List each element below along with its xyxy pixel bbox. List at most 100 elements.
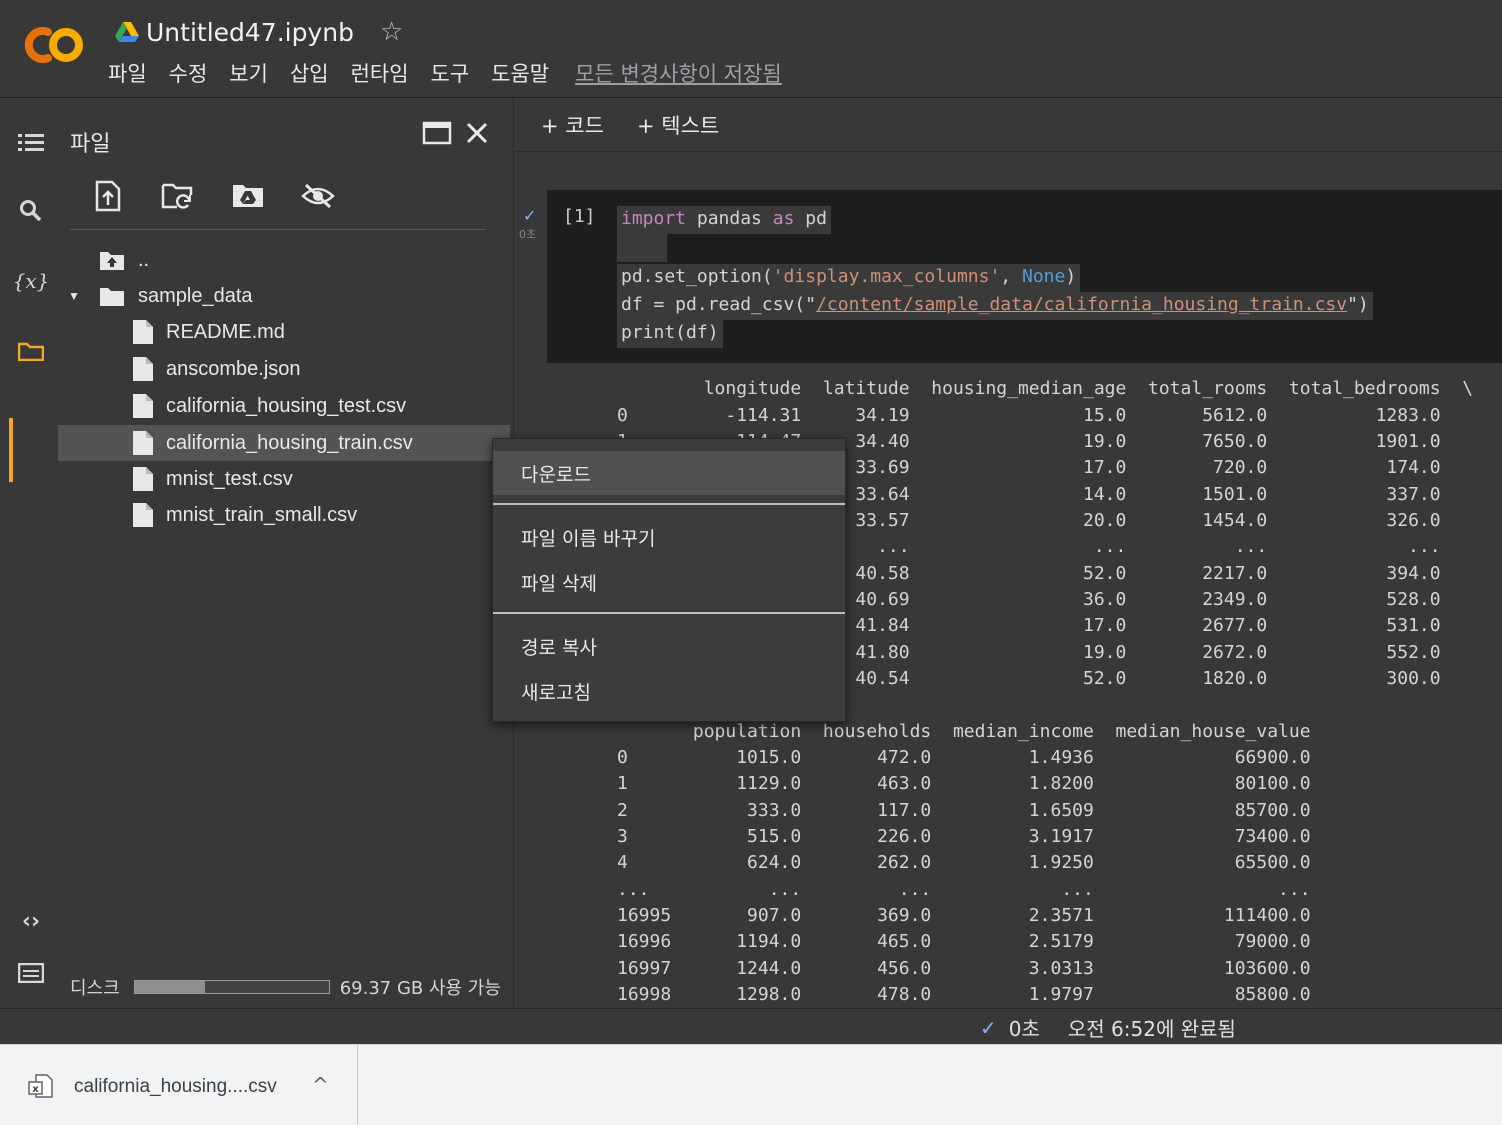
folder-label: sample_data xyxy=(138,284,253,307)
file-row[interactable]: mnist_test.csv xyxy=(132,461,293,497)
file-row-selected[interactable]: california_housing_train.csv xyxy=(132,425,413,461)
disk-available: 69.37 GB 사용 가능 xyxy=(339,978,501,999)
code-token: pd xyxy=(794,208,827,229)
menu-item-copy-path[interactable]: 경로 복사 xyxy=(493,624,845,668)
code-line-2[interactable] xyxy=(617,234,667,262)
mount-drive-icon[interactable] xyxy=(230,178,266,214)
add-text-button[interactable]: + 텍스트 xyxy=(637,110,719,140)
output-row: ... ... ... ... ... xyxy=(617,879,1311,900)
output-row: 16995 907.0 369.0 2.3571 111400.0 xyxy=(617,905,1311,926)
check-icon: ✓ xyxy=(980,1015,997,1040)
folder-up-icon xyxy=(100,252,124,270)
menu-item-delete[interactable]: 파일 삭제 xyxy=(493,560,845,604)
code-token: import xyxy=(621,208,687,229)
file-icon xyxy=(133,357,153,381)
menu-item-refresh[interactable]: 새로고침 xyxy=(493,669,845,713)
file-path-link[interactable]: /content/sample_data/california_housing_… xyxy=(816,294,1347,315)
star-icon[interactable]: ☆ xyxy=(380,17,403,47)
output-row: 4 624.0 262.0 1.9250 65500.0 xyxy=(617,852,1311,873)
files-panel: 파일 .. ▼ sample_data README.md anscombe.j… xyxy=(58,98,514,1008)
code-cell[interactable]: [1] import pandas as pd pd.set_option('d… xyxy=(547,190,1502,363)
output-row: 1 1129.0 463.0 1.8200 80100.0 xyxy=(617,773,1311,794)
parent-dir-label: .. xyxy=(138,248,150,271)
menu-item-rename[interactable]: 파일 이름 바꾸기 xyxy=(493,515,845,559)
close-icon[interactable] xyxy=(464,120,490,146)
file-label: mnist_train_small.csv xyxy=(166,503,358,526)
panel-toolbar xyxy=(90,178,336,214)
menu-separator xyxy=(493,503,845,505)
menu-edit[interactable]: 수정 xyxy=(169,58,208,88)
file-label: anscombe.json xyxy=(166,357,301,380)
code-token: as xyxy=(772,208,795,229)
drive-icon xyxy=(115,22,139,42)
chevron-down-icon[interactable]: ▼ xyxy=(68,289,88,303)
variables-icon[interactable]: {x} xyxy=(13,264,50,298)
notebook-title[interactable]: Untitled47.ipynb xyxy=(146,18,354,47)
menu-item-download[interactable]: 다운로드 xyxy=(493,451,845,495)
output-header-1: longitude latitude housing_median_age to… xyxy=(617,378,1474,399)
exec-time: 0초 xyxy=(519,228,537,241)
file-row[interactable]: california_housing_test.csv xyxy=(132,388,406,424)
file-row[interactable]: README.md xyxy=(132,314,285,350)
disk-label: 디스크 xyxy=(70,978,120,999)
file-label: mnist_test.csv xyxy=(166,467,293,490)
menu-insert[interactable]: 삽입 xyxy=(290,58,329,88)
code-token: ) xyxy=(1065,266,1077,287)
save-status[interactable]: 모든 변경사항이 저장됨 xyxy=(575,58,782,88)
download-item[interactable]: x california_housing....csv ^ xyxy=(0,1045,358,1125)
code-token: , xyxy=(1000,266,1022,287)
hide-files-icon[interactable] xyxy=(300,178,336,214)
code-line-1[interactable]: import pandas as pd xyxy=(617,206,831,234)
divider xyxy=(70,229,486,230)
file-label: california_housing_train.csv xyxy=(166,431,413,454)
file-icon xyxy=(133,431,153,455)
code-line-4[interactable]: df = pd.read_csv("/content/sample_data/c… xyxy=(617,292,1373,320)
folder-icon xyxy=(100,288,124,306)
output-row: 16996 1194.0 465.0 2.5179 79000.0 xyxy=(617,931,1311,952)
file-row[interactable]: anscombe.json xyxy=(132,351,301,387)
output-row: 0 1015.0 472.0 1.4936 66900.0 xyxy=(617,747,1311,768)
disk-usage: 디스크 69.37 GB 사용 가능 xyxy=(70,974,501,1000)
refresh-folder-icon[interactable] xyxy=(160,178,196,214)
notebook-toolbar: + 코드 + 텍스트 xyxy=(515,98,1502,152)
exec-count: [1] xyxy=(563,206,596,227)
parent-dir-row[interactable]: .. xyxy=(98,242,149,278)
terminal-icon[interactable] xyxy=(14,956,48,990)
popout-icon[interactable] xyxy=(422,120,452,146)
file-icon xyxy=(133,394,153,418)
download-filename: california_housing....csv xyxy=(74,1076,277,1097)
code-token: 'display.max_columns' xyxy=(772,266,1001,287)
menu-tools[interactable]: 도구 xyxy=(431,58,470,88)
folder-row-sample-data[interactable]: ▼ sample_data xyxy=(68,278,253,314)
csv-file-icon: x xyxy=(28,1074,53,1098)
output-row: 0 -114.31 34.19 15.0 5612.0 1283.0 xyxy=(617,405,1441,426)
chevron-up-icon[interactable]: ^ xyxy=(312,1073,329,1097)
code-snippets-icon[interactable]: ‹› xyxy=(14,904,48,938)
menu-view[interactable]: 보기 xyxy=(229,58,268,88)
search-icon[interactable] xyxy=(14,194,48,228)
output-row: 2 333.0 117.0 1.6509 85700.0 xyxy=(617,800,1311,821)
code-token: None xyxy=(1021,266,1066,287)
code-token: pd.set_option( xyxy=(621,266,773,287)
add-code-button[interactable]: + 코드 xyxy=(541,110,604,140)
file-icon xyxy=(133,467,153,491)
output-row: 3 515.0 226.0 3.1917 73400.0 xyxy=(617,826,1311,847)
toc-icon[interactable] xyxy=(14,126,48,160)
code-line-3[interactable]: pd.set_option('display.max_columns', Non… xyxy=(617,264,1081,292)
menu-runtime[interactable]: 런타임 xyxy=(351,58,409,88)
colab-logo[interactable] xyxy=(18,22,88,68)
file-label: california_housing_test.csv xyxy=(166,394,407,417)
code-token: pandas xyxy=(686,208,773,229)
menu-help[interactable]: 도움말 xyxy=(491,58,549,88)
file-icon xyxy=(133,320,153,344)
menu-file[interactable]: 파일 xyxy=(108,58,147,88)
file-row[interactable]: mnist_train_small.csv xyxy=(132,497,357,533)
menu-bar: 파일 수정 보기 삽입 런타임 도구 도움말 모든 변경사항이 저장됨 xyxy=(108,58,782,88)
code-line-5[interactable]: print(df) xyxy=(617,320,723,348)
folder-icon[interactable] xyxy=(14,334,48,368)
check-icon: ✓ xyxy=(523,206,537,225)
code-token: ") xyxy=(1347,294,1369,315)
panel-title: 파일 xyxy=(70,132,111,157)
disk-usage-fill xyxy=(134,981,205,993)
upload-file-icon[interactable] xyxy=(90,178,126,214)
